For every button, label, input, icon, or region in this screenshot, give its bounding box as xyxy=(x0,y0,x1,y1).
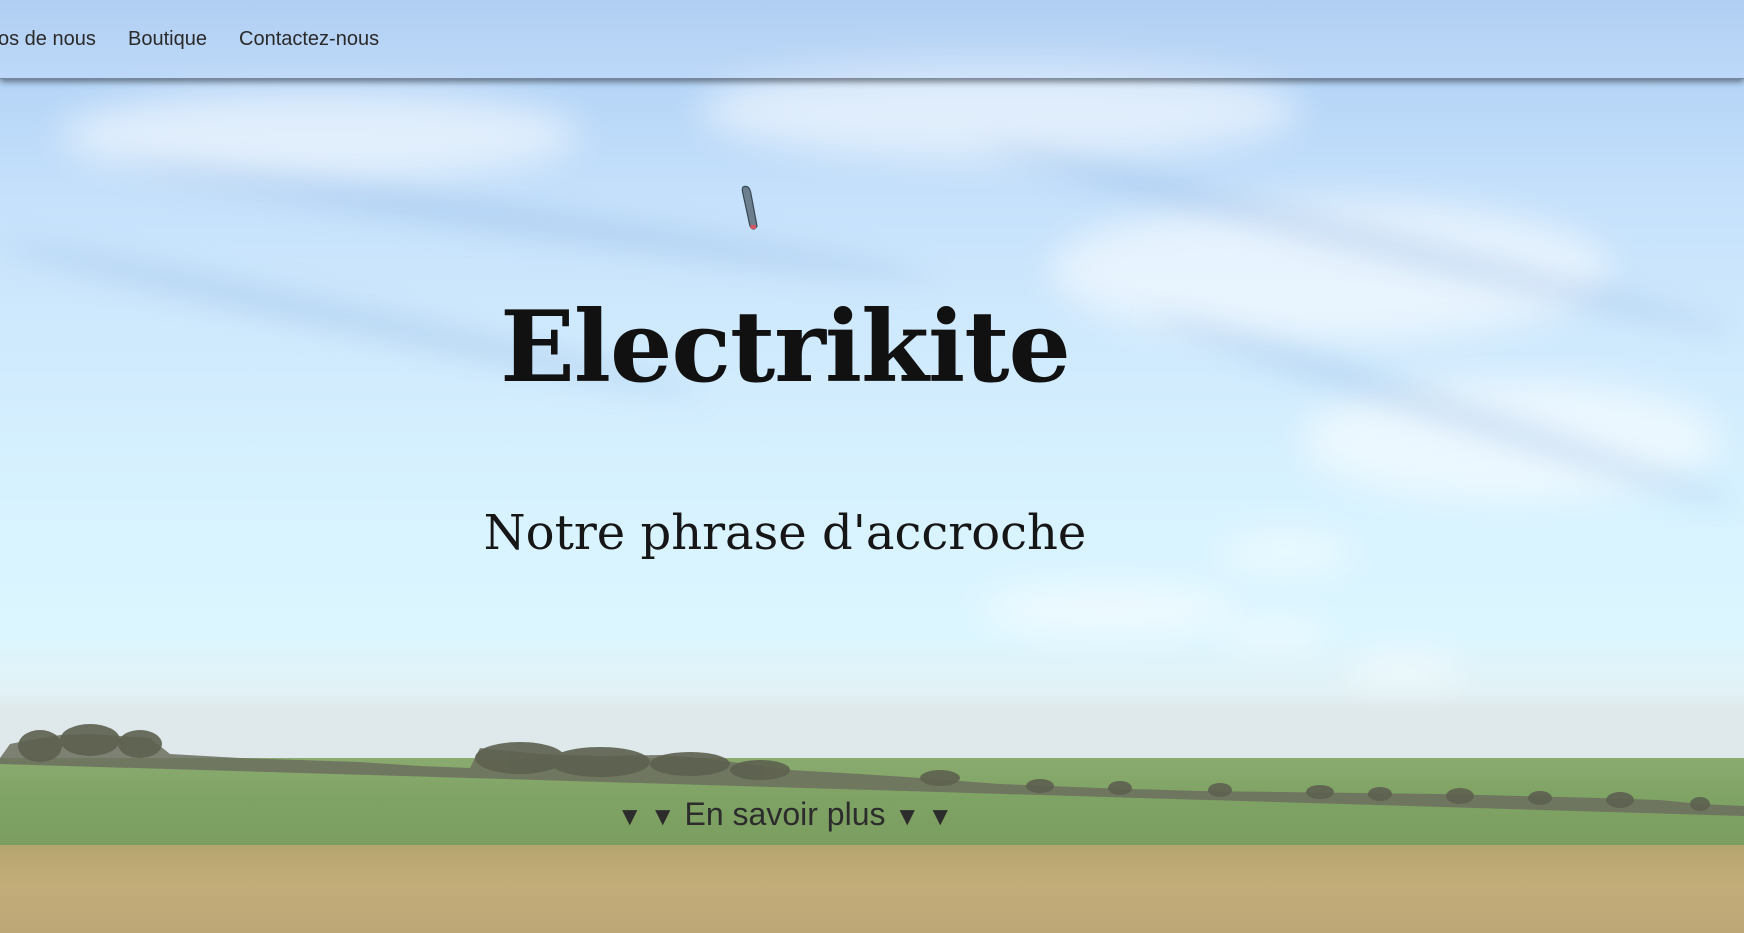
triangle-down-icon: ▼ ▼ xyxy=(894,801,954,831)
tagline: Notre phrase d'accroche xyxy=(483,505,1087,561)
nav-link-contact[interactable]: Contactez-nous xyxy=(239,28,379,51)
cloud-streak xyxy=(118,150,934,292)
nav-link-about[interactable]: os de nous xyxy=(0,28,96,51)
learn-more-link[interactable]: ▼ ▼ En savoir plus ▼ ▼ xyxy=(0,796,1570,833)
cloud xyxy=(1220,620,1330,648)
cloud xyxy=(980,585,1240,635)
hero-section: os de nous Boutique Contactez-nous Elect… xyxy=(0,0,1744,933)
triangle-down-icon: ▼ ▼ xyxy=(616,801,676,831)
kite-icon xyxy=(741,185,758,230)
top-navbar: os de nous Boutique Contactez-nous xyxy=(0,0,1744,79)
nav-link-shop[interactable]: Boutique xyxy=(128,28,207,51)
learn-more-label: En savoir plus xyxy=(684,796,886,832)
site-title: Electrikite xyxy=(500,290,1071,405)
field-straw xyxy=(0,845,1744,933)
cloud xyxy=(1345,655,1465,685)
